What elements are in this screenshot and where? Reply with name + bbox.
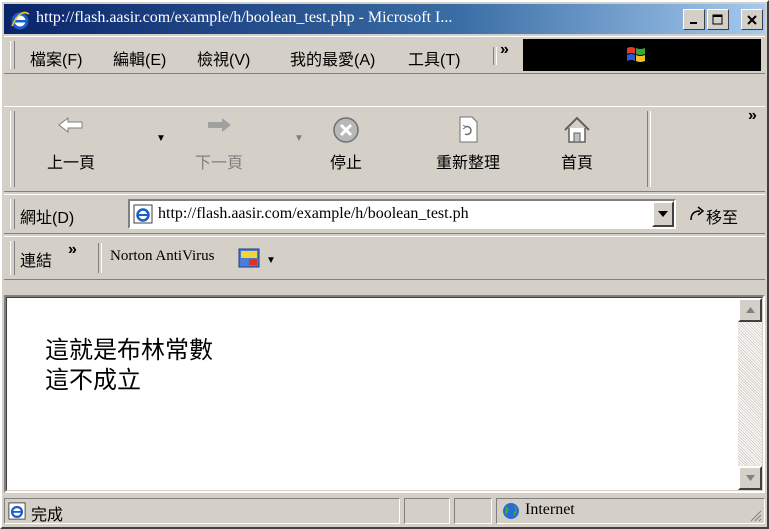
back-arrow-icon — [58, 116, 83, 134]
minimize-button[interactable] — [683, 9, 705, 30]
stop-icon — [333, 117, 359, 143]
go-arrow-icon — [690, 206, 705, 221]
home-button[interactable]: 首頁 — [542, 111, 612, 172]
menu-tools[interactable]: 工具(T) — [408, 46, 460, 70]
close-button[interactable] — [741, 9, 763, 30]
menu-view[interactable]: 檢視(V) — [197, 46, 250, 70]
links-grip[interactable] — [10, 241, 15, 275]
title-bar[interactable]: http://flash.aasir.com/example/h/boolean… — [4, 4, 765, 34]
status-main-panel: 完成 — [4, 498, 400, 524]
chevron-down-icon — [658, 211, 668, 217]
stop-button[interactable]: 停止 — [304, 111, 388, 172]
norton-antivirus-button[interactable]: Norton AntiVirus — [110, 248, 215, 265]
menu-file[interactable]: 檔案(F) — [30, 46, 82, 70]
internet-globe-icon — [503, 503, 519, 519]
norton-icon[interactable] — [238, 247, 260, 269]
page-icon — [133, 204, 153, 224]
address-grip[interactable] — [10, 199, 15, 229]
forward-dropdown-button[interactable]: ▼ — [294, 133, 304, 144]
home-icon — [564, 116, 590, 143]
stop-label: 停止 — [329, 155, 362, 172]
menu-bar: 檔案(F) 編輯(E) 檢視(V) 我的最愛(A) 工具(T) » — [4, 36, 765, 74]
menu-grip[interactable] — [10, 41, 15, 69]
menu-edit[interactable]: 編輯(E) — [113, 46, 166, 70]
status-bar: 完成 Internet — [4, 495, 765, 527]
status-panel-progress — [404, 498, 450, 524]
refresh-icon — [459, 116, 478, 143]
page-text-line-2: 這不成立 — [45, 366, 141, 394]
scroll-down-button[interactable] — [738, 466, 762, 490]
links-bar: 連結 » Norton AntiVirus ▼ — [4, 236, 765, 280]
status-zone-text: Internet — [525, 501, 575, 518]
content-area: 這就是布林常數 這不成立 — [4, 295, 765, 493]
home-label: 首頁 — [560, 155, 593, 172]
window-title: http://flash.aasir.com/example/h/boolean… — [36, 9, 453, 26]
forward-label: 下一頁 — [194, 155, 243, 172]
minimize-icon — [690, 21, 697, 24]
arrow-down-icon — [745, 475, 755, 481]
menu-separator — [493, 47, 497, 65]
norton-dropdown-button[interactable]: ▼ — [266, 255, 276, 266]
resize-grip-icon[interactable] — [748, 508, 762, 522]
address-label: 網址(D) — [20, 210, 75, 227]
status-panel-security — [454, 498, 492, 524]
arrow-up-icon — [745, 307, 755, 313]
maximize-button[interactable] — [707, 9, 729, 30]
go-label: 移至 — [706, 210, 739, 227]
throbber — [523, 39, 761, 71]
links-label: 連結 — [20, 253, 53, 270]
address-input[interactable]: http://flash.aasir.com/example/h/boolean… — [158, 205, 618, 223]
address-dropdown-button[interactable] — [652, 201, 674, 227]
toolbar-more-button[interactable]: » — [748, 107, 757, 125]
toolbar-grip[interactable] — [10, 111, 15, 187]
menu-more-button[interactable]: » — [500, 41, 509, 59]
address-bar: 網址(D) http://flash.aasir.com/example/h/b… — [4, 194, 765, 234]
internet-explorer-icon — [11, 11, 30, 30]
maximize-icon — [712, 14, 723, 24]
toolbar-separator — [647, 111, 651, 187]
back-button[interactable]: 上一頁 — [24, 111, 118, 172]
windows-logo-icon — [627, 47, 645, 62]
refresh-button[interactable]: 重新整理 — [416, 111, 520, 172]
status-zone-panel: Internet — [496, 498, 765, 524]
close-icon — [747, 14, 757, 25]
standard-toolbar: 上一頁 ▼ 下一頁 ▼ 停止 重新整理 首頁 » — [4, 106, 765, 192]
go-button[interactable]: 移至 — [684, 199, 762, 229]
address-field[interactable]: http://flash.aasir.com/example/h/boolean… — [128, 199, 676, 229]
browser-window: http://flash.aasir.com/example/h/boolean… — [0, 0, 769, 529]
forward-button[interactable]: 下一頁 — [172, 111, 266, 172]
vertical-scrollbar[interactable] — [738, 298, 762, 490]
refresh-label: 重新整理 — [435, 155, 500, 172]
menu-favorites[interactable]: 我的最愛(A) — [290, 46, 375, 70]
links-more-button[interactable]: » — [68, 241, 77, 259]
scroll-up-button[interactable] — [738, 298, 762, 322]
back-dropdown-button[interactable]: ▼ — [156, 133, 166, 144]
links-separator — [98, 243, 102, 273]
back-label: 上一頁 — [46, 155, 95, 172]
page-done-icon — [8, 502, 26, 520]
forward-arrow-icon — [208, 118, 231, 132]
page-viewport: 這就是布林常數 這不成立 — [6, 297, 763, 491]
status-text: 完成 — [31, 505, 64, 524]
